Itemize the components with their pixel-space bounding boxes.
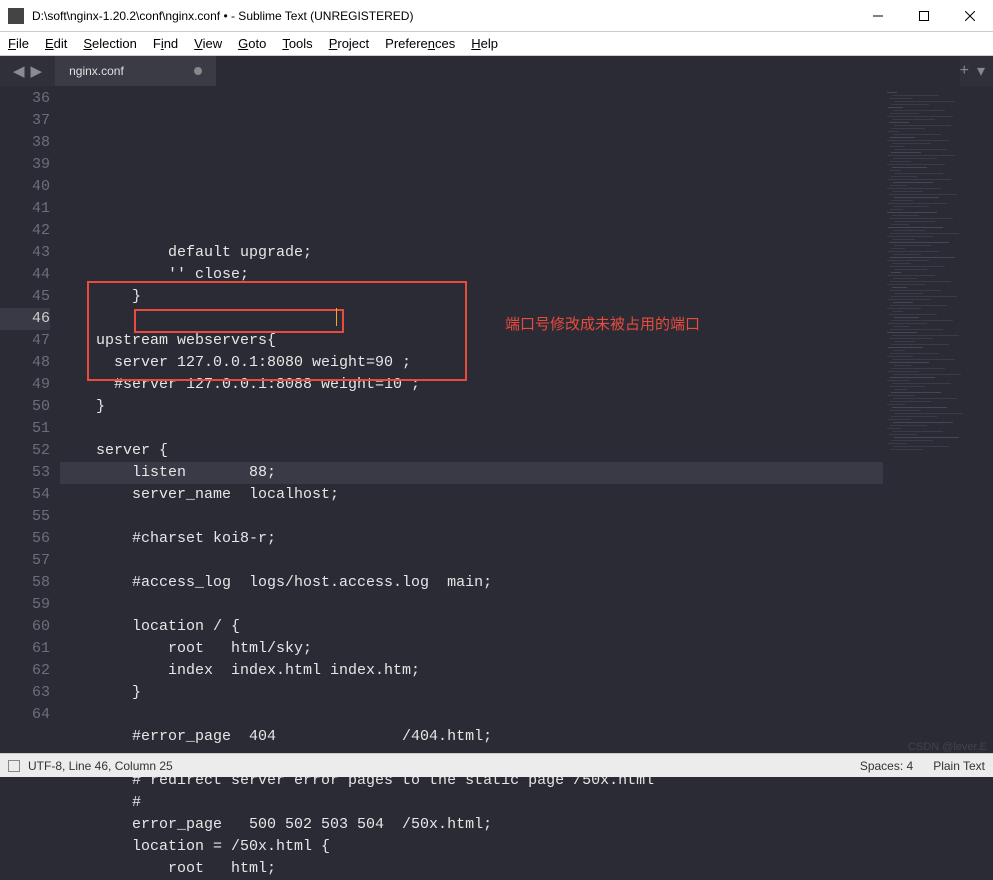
menu-item-goto[interactable]: Goto <box>238 36 266 51</box>
code-line[interactable]: listen 88; <box>60 462 883 484</box>
minimap[interactable] <box>883 86 993 753</box>
gutter-line: 40 <box>0 176 50 198</box>
gutter-line: 37 <box>0 110 50 132</box>
menu-item-find[interactable]: Find <box>153 36 178 51</box>
gutter-line: 52 <box>0 440 50 462</box>
status-checkbox[interactable] <box>8 760 20 772</box>
code-line[interactable]: # <box>60 792 883 814</box>
code-line[interactable]: } <box>60 682 883 704</box>
tab-nginx-conf[interactable]: nginx.conf <box>55 56 216 86</box>
gutter-line: 42 <box>0 220 50 242</box>
code-line[interactable] <box>60 308 883 330</box>
gutter-line: 39 <box>0 154 50 176</box>
menu-item-tools[interactable]: Tools <box>282 36 312 51</box>
menu-item-selection[interactable]: Selection <box>83 36 136 51</box>
gutter-line: 57 <box>0 550 50 572</box>
window-controls <box>855 0 993 31</box>
gutter-line: 61 <box>0 638 50 660</box>
gutter-line: 36 <box>0 88 50 110</box>
window-title: D:\soft\nginx-1.20.2\conf\nginx.conf • -… <box>32 9 855 23</box>
gutter-line: 49 <box>0 374 50 396</box>
tab-empty-area[interactable] <box>216 56 960 86</box>
menu-bar: File Edit Selection Find View Goto Tools Projec… <box>0 32 993 56</box>
code-line[interactable]: server 127.0.0.1:8080 weight=90 ; <box>60 352 883 374</box>
status-bar: UTF-8, Line 46, Column 25 Spaces: 4 Plai… <box>0 753 993 777</box>
maximize-button[interactable] <box>901 0 947 31</box>
text-cursor <box>336 308 337 326</box>
new-tab-icon[interactable]: + <box>960 62 969 80</box>
editor: 3637383940414243444546474849505152535455… <box>0 86 993 753</box>
code-line[interactable]: location / { <box>60 616 883 638</box>
gutter-line: 45 <box>0 286 50 308</box>
gutter-line: 64 <box>0 704 50 726</box>
gutter-line: 50 <box>0 396 50 418</box>
code-line[interactable] <box>60 418 883 440</box>
gutter-line: 44 <box>0 264 50 286</box>
tab-bar: ◀ ▶ nginx.conf + ▾ <box>0 56 993 86</box>
status-encoding-line-col[interactable]: UTF-8, Line 46, Column 25 <box>28 759 173 773</box>
gutter-line: 63 <box>0 682 50 704</box>
menu-item-preferences[interactable]: Preferences <box>385 36 455 51</box>
code-line[interactable]: #error_page 404 /404.html; <box>60 726 883 748</box>
code-line[interactable]: #charset koi8-r; <box>60 528 883 550</box>
close-button[interactable] <box>947 0 993 31</box>
minimize-button[interactable] <box>855 0 901 31</box>
code-line[interactable] <box>60 594 883 616</box>
gutter-line: 47 <box>0 330 50 352</box>
tab-tools: + ▾ <box>960 56 993 86</box>
nav-back-icon[interactable]: ◀ <box>10 62 28 80</box>
gutter-line: 62 <box>0 660 50 682</box>
code-line[interactable]: } <box>60 286 883 308</box>
code-line[interactable] <box>60 550 883 572</box>
menu-item-file[interactable]: File <box>8 36 29 51</box>
gutter-line: 60 <box>0 616 50 638</box>
code-line[interactable]: root html; <box>60 858 883 880</box>
gutter-line: 41 <box>0 198 50 220</box>
code-line[interactable]: root html/sky; <box>60 638 883 660</box>
nav-arrows: ◀ ▶ <box>0 56 55 86</box>
gutter-line: 58 <box>0 572 50 594</box>
tab-dropdown-icon[interactable]: ▾ <box>977 61 985 81</box>
code-line[interactable]: error_page 500 502 503 504 /50x.html; <box>60 814 883 836</box>
code-line[interactable] <box>60 704 883 726</box>
code-line[interactable]: index index.html index.htm; <box>60 660 883 682</box>
code-line[interactable]: server_name localhost; <box>60 484 883 506</box>
status-syntax[interactable]: Plain Text <box>933 759 985 773</box>
menu-item-view[interactable]: View <box>194 36 222 51</box>
gutter-line: 46 <box>0 308 50 330</box>
menu-item-help[interactable]: Help <box>471 36 498 51</box>
code-line[interactable]: location = /50x.html { <box>60 836 883 858</box>
gutter-line: 48 <box>0 352 50 374</box>
title-bar: D:\soft\nginx-1.20.2\conf\nginx.conf • -… <box>0 0 993 32</box>
gutter-line: 43 <box>0 242 50 264</box>
gutter-line: 59 <box>0 594 50 616</box>
status-spaces[interactable]: Spaces: 4 <box>860 759 913 773</box>
gutter-line: 53 <box>0 462 50 484</box>
gutter-line: 38 <box>0 132 50 154</box>
nav-forward-icon[interactable]: ▶ <box>28 62 46 80</box>
code-line[interactable]: #server 127.0.0.1:8088 weight=10 ; <box>60 374 883 396</box>
watermark: CSDN @lever.E <box>908 741 987 753</box>
code-line[interactable]: default upgrade; <box>60 242 883 264</box>
app-icon <box>8 8 24 24</box>
code-line[interactable]: server { <box>60 440 883 462</box>
tab-label: nginx.conf <box>69 64 124 78</box>
gutter-line: 55 <box>0 506 50 528</box>
menu-item-project[interactable]: Project <box>329 36 369 51</box>
code-line[interactable]: #access_log logs/host.access.log main; <box>60 572 883 594</box>
code-area[interactable]: 端口号修改成未被占用的端口 default upgrade; '' close;… <box>60 86 883 753</box>
dirty-indicator-icon <box>194 67 202 75</box>
code-line[interactable]: '' close; <box>60 264 883 286</box>
code-line[interactable] <box>60 506 883 528</box>
menu-item-edit[interactable]: Edit <box>45 36 67 51</box>
code-line[interactable]: } <box>60 396 883 418</box>
gutter-line: 56 <box>0 528 50 550</box>
gutter: 3637383940414243444546474849505152535455… <box>0 86 60 753</box>
gutter-line: 51 <box>0 418 50 440</box>
gutter-line: 54 <box>0 484 50 506</box>
code-line[interactable]: upstream webservers{ <box>60 330 883 352</box>
